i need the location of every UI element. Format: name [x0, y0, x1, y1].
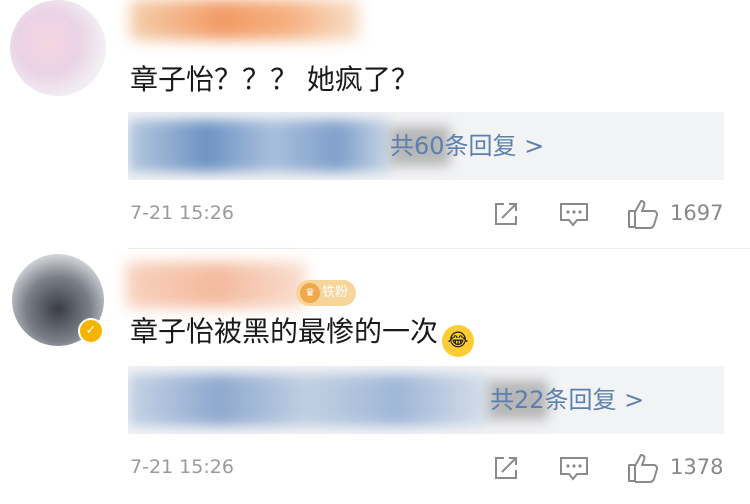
replies-preview[interactable]: 共60条回复 > [128, 112, 724, 180]
comment-timestamp: 7-21 15:26 [130, 202, 234, 224]
replies-preview[interactable]: 共22条回复 > [128, 366, 724, 434]
replies-redacted [128, 374, 488, 426]
view-replies-link[interactable]: 共22条回复 > [490, 366, 644, 434]
avatar[interactable] [10, 0, 106, 96]
fan-badge-label: 铁粉 [321, 285, 348, 300]
like-icon[interactable] [626, 198, 660, 230]
share-icon[interactable] [492, 200, 522, 228]
username-redacted[interactable] [130, 0, 360, 40]
verified-badge-icon: ✓ [78, 318, 104, 344]
trophy-icon: ♛ [300, 283, 320, 303]
view-replies-link[interactable]: 共60条回复 > [390, 112, 544, 180]
share-icon[interactable] [492, 454, 522, 482]
comment-text: 章子怡？？？ 她疯了？ [130, 63, 419, 96]
replies-redacted [128, 120, 390, 172]
laughing-emoji-icon: 😂 [442, 325, 475, 357]
comment-item: 章子怡？？？ 她疯了？ 共60条回复 > 7-21 15:26 1697 [0, 0, 750, 248]
comment-icon[interactable] [558, 200, 590, 228]
comment-item: ✓ 章子怡被黑的最惨的一次 😂 共22条回复 > 7-21 15:26 1378 [0, 248, 750, 504]
like-count: 1378 [670, 455, 724, 479]
comment-timestamp: 7-21 15:26 [130, 456, 234, 478]
username-redacted[interactable] [126, 262, 306, 308]
fan-badge: ♛ 铁粉 [296, 280, 356, 306]
comment-text-body: 章子怡被黑的最惨的一次 [130, 315, 439, 348]
comment-text: 章子怡被黑的最惨的一次 😂 [130, 310, 475, 357]
like-count: 1697 [670, 201, 724, 225]
comment-icon[interactable] [558, 454, 590, 482]
like-icon[interactable] [626, 452, 660, 484]
